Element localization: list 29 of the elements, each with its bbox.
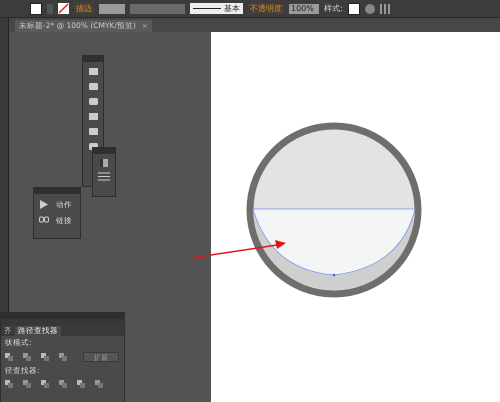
shape-mode-icon[interactable]: [5, 353, 13, 361]
shape-mode-icon[interactable]: [41, 353, 49, 361]
style-swatch[interactable]: [348, 2, 360, 14]
shape-mode-icon[interactable]: [95, 380, 103, 388]
shape-mode-icon[interactable]: [59, 380, 67, 388]
stroke-label: 描边: [74, 3, 94, 14]
opacity-label: 不透明度: [248, 3, 284, 14]
shape-mode-icon[interactable]: [5, 380, 13, 388]
menu-icon[interactable]: [98, 172, 110, 181]
tool-icon[interactable]: [88, 81, 98, 92]
tool-icon[interactable]: [88, 66, 98, 77]
no-stroke-icon[interactable]: [58, 3, 69, 14]
link-icon[interactable]: [39, 216, 49, 223]
variable-width-field[interactable]: [130, 4, 185, 14]
opacity-field[interactable]: 100%: [289, 4, 319, 14]
stroke-weight-field[interactable]: [99, 4, 125, 14]
shape-mode-icon[interactable]: [41, 380, 49, 388]
gradient-icon[interactable]: [99, 158, 109, 168]
play-icon[interactable]: [39, 200, 48, 209]
shape-mode-icon[interactable]: [77, 380, 85, 388]
fill-swatch[interactable]: [30, 2, 42, 14]
brush-dropdown[interactable]: 基本: [190, 3, 243, 14]
tool-icon[interactable]: [88, 111, 98, 122]
shape-mode-icon[interactable]: [23, 380, 31, 388]
shape-mode-icon[interactable]: [59, 353, 67, 361]
tool-icon[interactable]: [88, 126, 98, 137]
tool-icon[interactable]: [88, 96, 98, 107]
style-label: 样式:: [324, 3, 343, 14]
shape-mode-icon[interactable]: [23, 353, 31, 361]
